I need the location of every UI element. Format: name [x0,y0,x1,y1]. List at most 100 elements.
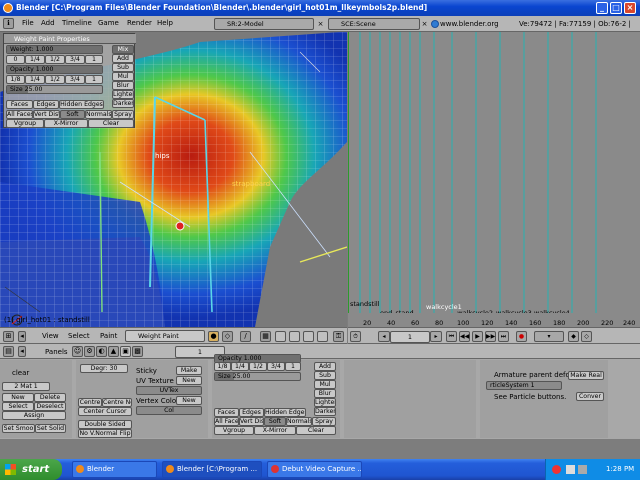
frame-dec-icon[interactable]: ◂ [378,331,390,342]
menu-paint[interactable]: Paint [100,332,117,340]
mode-mix-button[interactable]: Mix [112,45,134,54]
mode-sub-b[interactable]: Sub [314,371,336,380]
menu-game[interactable]: Game [98,19,119,27]
lock-icon[interactable]: ⚿ [333,331,344,342]
mode-select[interactable]: Weight Paint [125,330,205,342]
buttons-collapse-icon[interactable]: ◂ [18,346,26,357]
editing-icon[interactable]: ▣ [120,346,131,357]
mat-delete-button[interactable]: Delete [34,393,66,402]
menu-help[interactable]: Help [157,19,173,27]
vgroup-toggle-b[interactable]: Vgroup [214,426,254,435]
uvtex-new-button[interactable]: New [176,376,202,385]
menu-render[interactable]: Render [127,19,152,27]
next-key-icon[interactable]: ▶▶ [485,331,496,342]
convert-button[interactable]: Conver [576,392,604,401]
scene-field[interactable]: SCE:Scene [328,18,420,30]
mode-add-button[interactable]: Add [112,54,134,63]
mat-assign-button[interactable]: Assign [2,411,66,420]
size-slider-b[interactable]: Size 25.00 [214,372,301,381]
minimize-button[interactable]: _ [596,2,608,14]
menu-file[interactable]: File [22,19,34,27]
uvtex-slot[interactable]: UVTex [136,386,202,395]
vcol-slot[interactable]: Col [136,406,202,415]
weight-preset-1-b[interactable]: 1 [285,362,301,371]
layer-4-icon[interactable] [317,331,328,342]
normals-toggle-b[interactable]: Normals [286,417,312,426]
menu-add[interactable]: Add [41,19,55,27]
record-icon[interactable]: ● [516,331,527,342]
play-icon[interactable]: ▶ [472,331,483,342]
shading-icon[interactable]: ◐ [96,346,107,357]
maximize-button[interactable]: □ [610,2,622,14]
opacity-preset-three-quarter[interactable]: 3/4 [65,75,85,84]
weight-slider[interactable]: Weight: 1.000 [6,45,103,54]
task-debut[interactable]: Debut Video Capture ... [267,461,362,478]
current-frame-field[interactable]: 1 [390,331,430,343]
spray-toggle[interactable]: Spray [112,110,134,119]
weight-preset-half[interactable]: 1/2 [45,55,65,64]
layers-icon[interactable]: ▦ [260,331,271,342]
timeline-area[interactable]: standstill end_stand walkcycle1 _walkcyc… [348,32,640,327]
menu-timeline[interactable]: Timeline [62,19,92,27]
center-cursor-button[interactable]: Center Cursor [78,407,132,416]
centre-button[interactable]: Centre [78,398,102,407]
set-smooth-button[interactable]: Set Smoo [2,424,35,433]
layer-2-icon[interactable] [289,331,300,342]
menu-view[interactable]: View [42,332,59,340]
jump-end-icon[interactable]: ⏭ [498,331,509,342]
edges-toggle-b[interactable]: Edges [239,408,264,417]
opacity-slider-b[interactable]: Opacity 1.000 [214,354,301,363]
no-vnormal-flip-toggle[interactable]: No V.Normal Flip [78,429,132,438]
volume-icon[interactable] [578,465,587,474]
edges-toggle[interactable]: Edges [33,100,59,109]
particle-system-field[interactable]: rticleSystem 1 [486,381,562,390]
weight-preset-0[interactable]: 0 [6,55,25,64]
soft-toggle[interactable]: Soft [60,110,85,119]
mode-sub-button[interactable]: Sub [112,63,134,72]
marker-standstill[interactable]: standstill [350,300,380,308]
frame-inc-icon[interactable]: ▸ [430,331,442,342]
make-real-button[interactable]: Make Real [568,371,604,380]
soft-toggle-b[interactable]: Soft [264,417,286,426]
sticky-make-button[interactable]: Make [176,366,202,375]
vert-dist-toggle-b[interactable]: Vert Dist [239,417,264,426]
clear-button-b[interactable]: Clear [296,426,336,435]
jump-start-icon[interactable]: ⏮ [446,331,457,342]
double-sided-toggle[interactable]: Double Sided [78,420,132,429]
set-solid-button[interactable]: Set Solid [35,424,66,433]
all-faces-toggle-b[interactable]: All Faces [214,417,239,426]
material-index-field[interactable]: 2 Mat 1 [2,382,50,391]
normals-toggle[interactable]: Normals [85,110,112,119]
degr-field[interactable]: Degr: 30 [80,364,128,373]
logic-icon[interactable]: ☺ [72,346,83,357]
x-mirror-toggle-b[interactable]: X-Mirror [254,426,296,435]
close-button[interactable]: × [624,2,636,14]
faces-toggle-b[interactable]: Faces [214,408,239,417]
clear-button[interactable]: Clear [88,119,134,128]
network-icon[interactable] [566,465,575,474]
weight-preset-three-quarter[interactable]: 3/4 [65,55,85,64]
header-collapse-icon[interactable]: ◂ [18,331,26,342]
menu-select[interactable]: Select [68,332,90,340]
start-button[interactable]: start [0,459,62,480]
mode-darker-b[interactable]: Darker [314,407,336,416]
weight-preset-eighth-b[interactable]: 1/8 [214,362,231,371]
mode-blur-b[interactable]: Blur [314,389,336,398]
view-type-icon[interactable]: ⊞ [3,331,14,342]
script-icon[interactable]: ⚙ [84,346,95,357]
mode-mul-button[interactable]: Mul [112,72,134,81]
vcol-new-button[interactable]: New [176,396,202,405]
blender-url[interactable]: www.blender.org 249.2 [430,18,515,40]
size-slider[interactable]: Size 25.00 [6,85,103,94]
task-blender-file[interactable]: Blender [C:\Program ... [162,461,262,478]
key-delete-icon[interactable]: ◇ [581,331,592,342]
x-mirror-toggle[interactable]: X-Mirror [44,119,88,128]
vert-dist-toggle[interactable]: Vert Dist [33,110,60,119]
prev-key-icon[interactable]: ◀◀ [459,331,470,342]
centre-new-button[interactable]: Centre Ne [102,398,132,407]
buttons-type-icon[interactable]: ▤ [3,346,14,357]
opacity-preset-quarter[interactable]: 1/4 [25,75,45,84]
mode-blur-button[interactable]: Blur [112,81,134,90]
layer-1-icon[interactable] [275,331,286,342]
task-blender[interactable]: Blender [72,461,157,478]
